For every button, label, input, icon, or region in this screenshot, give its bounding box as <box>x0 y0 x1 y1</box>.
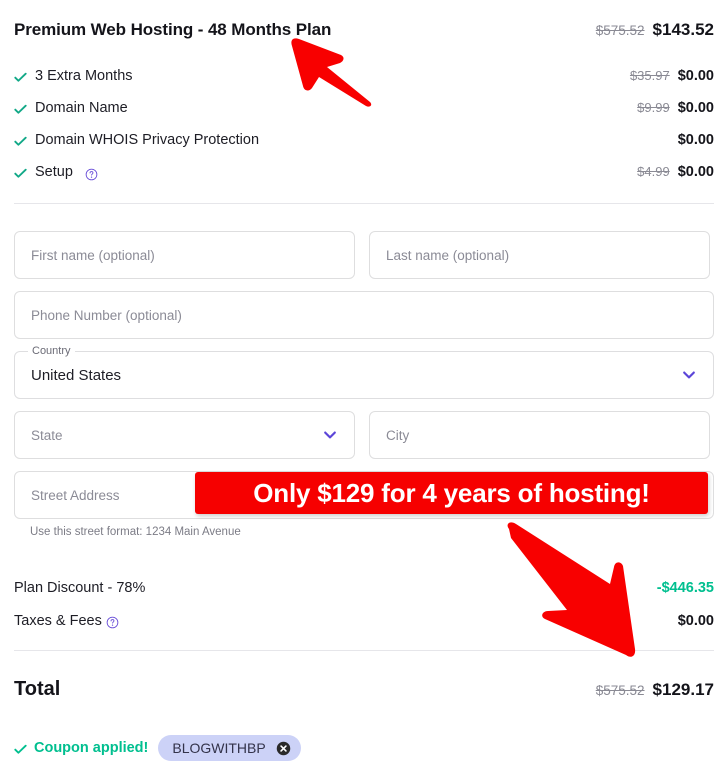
total-row: Total $575.52 $129.17 <box>14 678 714 701</box>
total-price-original: $575.52 <box>595 683 645 698</box>
close-circle-icon[interactable] <box>276 741 291 756</box>
country-value: United States <box>31 366 122 384</box>
plan-header-row: Premium Web Hosting - 48 Months Plan $57… <box>14 20 714 40</box>
check-icon <box>14 71 27 84</box>
annotation-banner-text: Only $129 for 4 years of hosting! <box>253 477 650 508</box>
last-name-placeholder: Last name (optional) <box>386 247 510 263</box>
section-divider-bottom <box>14 650 714 651</box>
city-input[interactable]: City <box>369 411 710 459</box>
first-name-input[interactable]: First name (optional) <box>14 231 355 279</box>
feature-price-original: $9.99 <box>637 100 670 115</box>
taxes-fees-label-group: Taxes & Fees <box>14 613 119 629</box>
total-label: Total <box>14 678 61 700</box>
feature-price-group: $0.00 <box>670 132 714 148</box>
country-field-row: Country United States <box>14 345 714 399</box>
taxes-fees-row: Taxes & Fees $0.00 <box>14 604 714 637</box>
name-field-row: First name (optional) Last name (optiona… <box>14 231 714 279</box>
phone-number-input[interactable]: Phone Number (optional) <box>14 291 714 339</box>
feature-row: Setup $4.99 $0.00 <box>14 156 714 188</box>
plan-title: Premium Web Hosting - 48 Months Plan <box>14 20 332 39</box>
feature-label: Setup <box>35 164 73 180</box>
feature-row: Domain WHOIS Privacy Protection $0.00 <box>14 124 714 156</box>
state-placeholder: State <box>31 427 63 443</box>
chevron-down-icon[interactable] <box>681 367 697 383</box>
coupon-chip[interactable]: BLOGWITHBP <box>158 735 301 761</box>
feature-left: Domain Name <box>14 100 128 116</box>
feature-price-group: $4.99 $0.00 <box>637 164 714 180</box>
feature-label: Domain WHOIS Privacy Protection <box>35 132 260 148</box>
taxes-fees-label: Taxes & Fees <box>14 612 102 629</box>
feature-row: 3 Extra Months $35.97 $0.00 <box>14 60 714 92</box>
section-divider-top <box>14 203 714 204</box>
check-icon <box>14 103 27 116</box>
help-circle-icon[interactable] <box>106 616 119 629</box>
plan-discount-row: Plan Discount - 78% -$446.35 <box>14 571 714 604</box>
feature-left: Setup <box>14 164 98 180</box>
total-price-group: $575.52 $129.17 <box>596 680 714 700</box>
chevron-down-icon[interactable] <box>322 427 338 443</box>
coupon-row: Coupon applied! BLOGWITHBP <box>14 735 301 761</box>
state-select[interactable]: State <box>14 411 355 459</box>
order-summary-rows: Plan Discount - 78% -$446.35 Taxes & Fee… <box>14 571 714 637</box>
feature-price-current: $0.00 <box>677 100 714 116</box>
checkout-order-summary-page: Premium Web Hosting - 48 Months Plan $57… <box>0 0 728 777</box>
coupon-applied-status: Coupon applied! <box>14 740 148 756</box>
check-icon <box>14 167 27 180</box>
country-label: Country <box>28 345 75 358</box>
feature-price-current: $0.00 <box>677 68 714 84</box>
phone-number-placeholder: Phone Number (optional) <box>31 307 182 323</box>
feature-price-original: $35.97 <box>629 68 670 83</box>
plan-feature-list: 3 Extra Months $35.97 $0.00 Domain Name … <box>14 60 714 188</box>
country-select[interactable]: Country United States <box>14 345 714 399</box>
check-icon <box>14 135 27 148</box>
help-circle-icon[interactable] <box>85 168 98 181</box>
feature-price-group: $9.99 $0.00 <box>637 100 714 116</box>
feature-price-original: $4.99 <box>637 164 670 179</box>
street-format-helper-text: Use this street format: 1234 Main Avenue <box>30 526 241 538</box>
street-address-placeholder: Street Address <box>31 487 120 503</box>
last-name-input[interactable]: Last name (optional) <box>369 231 710 279</box>
plan-price-current: $143.52 <box>652 20 714 39</box>
feature-label: Domain Name <box>35 100 128 116</box>
plan-discount-label: Plan Discount - 78% <box>14 579 146 596</box>
feature-left: Domain WHOIS Privacy Protection <box>14 132 259 148</box>
city-placeholder: City <box>386 427 410 443</box>
feature-label: 3 Extra Months <box>35 68 133 84</box>
coupon-applied-label: Coupon applied! <box>34 740 149 756</box>
coupon-code-label: BLOGWITHBP <box>172 740 266 756</box>
phone-field-row: Phone Number (optional) <box>14 291 714 339</box>
plan-discount-value: -$446.35 <box>656 579 714 596</box>
plan-price-group: $575.52 $143.52 <box>596 20 714 40</box>
feature-left: 3 Extra Months <box>14 68 133 84</box>
annotation-banner: Only $129 for 4 years of hosting! <box>195 472 708 514</box>
state-city-field-row: State City <box>14 411 714 459</box>
feature-price-current: $0.00 <box>677 164 714 180</box>
feature-price-current: $0.00 <box>677 132 714 148</box>
feature-row: Domain Name $9.99 $0.00 <box>14 92 714 124</box>
first-name-placeholder: First name (optional) <box>31 247 155 263</box>
taxes-fees-value: $0.00 <box>677 612 714 629</box>
check-icon <box>14 743 27 756</box>
total-price-current: $129.17 <box>652 680 714 699</box>
feature-price-group: $35.97 $0.00 <box>630 68 714 84</box>
plan-price-original: $575.52 <box>595 23 645 38</box>
